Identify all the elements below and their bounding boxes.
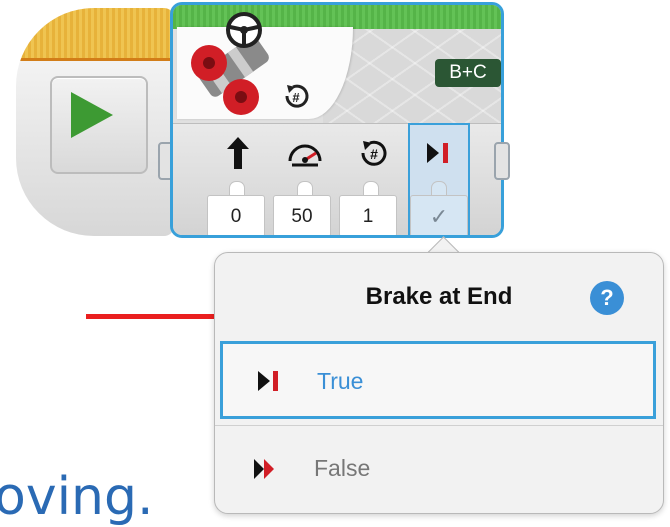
steering-arrow-icon [227, 137, 249, 169]
steering-input[interactable]: 0 [207, 195, 265, 235]
power-dial-icon [288, 144, 322, 167]
brake-icon [427, 143, 448, 163]
svg-text:#: # [370, 146, 378, 162]
power-input[interactable]: 50 [273, 195, 331, 235]
sequence-connector-right [494, 142, 510, 180]
brake-at-end-popup: Brake at End ? True False [214, 252, 664, 514]
steering-wheel-icon [226, 12, 262, 48]
mode-selector-tab[interactable]: # [177, 12, 353, 119]
svg-text:#: # [292, 90, 300, 105]
option-true-label: True [317, 368, 364, 394]
move-block-header [173, 5, 501, 29]
background-text: oving. [0, 467, 154, 527]
help-icon[interactable]: ? [590, 281, 624, 315]
option-true[interactable]: True [220, 341, 656, 419]
move-rotations-block[interactable]: # B+C # 0 50 1 ✓ [170, 2, 504, 238]
option-false[interactable]: False [215, 425, 663, 510]
rotations-mode-icon: # [285, 84, 309, 108]
brake-input[interactable]: ✓ [410, 195, 468, 235]
play-icon[interactable] [71, 92, 113, 138]
option-false-label: False [314, 455, 371, 481]
input-notch [297, 181, 313, 196]
brake-stop-icon [258, 371, 278, 391]
rotations-icon: # [361, 140, 387, 166]
motor-port-label[interactable]: B+C [435, 59, 501, 87]
rotations-input[interactable]: 1 [339, 195, 397, 235]
input-notch [431, 181, 447, 196]
start-block-header [16, 8, 174, 61]
coast-icon [254, 459, 274, 479]
input-notch [363, 181, 379, 196]
input-notch [229, 181, 245, 196]
